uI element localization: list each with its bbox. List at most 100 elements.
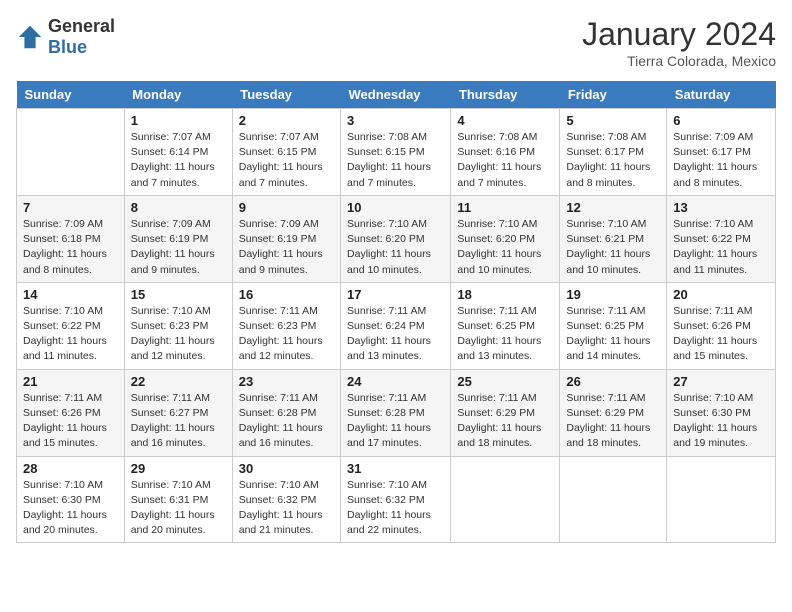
calendar-table: SundayMondayTuesdayWednesdayThursdayFrid… bbox=[16, 81, 776, 543]
calendar-cell: 26 Sunrise: 7:11 AM Sunset: 6:29 PM Dayli… bbox=[560, 369, 667, 456]
calendar-cell: 18 Sunrise: 7:11 AM Sunset: 6:25 PM Dayli… bbox=[451, 282, 560, 369]
day-number: 30 bbox=[239, 461, 334, 476]
month-year-title: January 2024 bbox=[582, 16, 776, 53]
calendar-cell: 7 Sunrise: 7:09 AM Sunset: 6:18 PM Daylig… bbox=[17, 195, 125, 282]
calendar-cell: 4Sunrise: 7:08 AM Sunset: 6:16 PM Daylig… bbox=[451, 109, 560, 196]
logo-blue: Blue bbox=[48, 37, 87, 57]
header-sunday: Sunday bbox=[17, 81, 125, 109]
week-row-2: 7 Sunrise: 7:09 AM Sunset: 6:18 PM Daylig… bbox=[17, 195, 776, 282]
header-saturday: Saturday bbox=[667, 81, 776, 109]
day-number: 21 bbox=[23, 374, 118, 389]
day-info: Sunrise: 7:11 AM Sunset: 6:25 PM Dayligh… bbox=[457, 304, 553, 365]
calendar-cell: 15 Sunrise: 7:10 AM Sunset: 6:23 PM Dayli… bbox=[124, 282, 232, 369]
day-info: Sunrise: 7:08 AM Sunset: 6:16 PM Dayligh… bbox=[457, 130, 553, 191]
calendar-cell: 14 Sunrise: 7:10 AM Sunset: 6:22 PM Dayli… bbox=[17, 282, 125, 369]
week-row-3: 14 Sunrise: 7:10 AM Sunset: 6:22 PM Dayli… bbox=[17, 282, 776, 369]
logo-general: General bbox=[48, 16, 115, 36]
day-info: Sunrise: 7:07 AM Sunset: 6:14 PM Dayligh… bbox=[131, 130, 226, 191]
day-info: Sunrise: 7:10 AM Sunset: 6:23 PM Dayligh… bbox=[131, 304, 226, 365]
day-info: Sunrise: 7:11 AM Sunset: 6:26 PM Dayligh… bbox=[673, 304, 769, 365]
logo: General Blue bbox=[16, 16, 115, 58]
day-number: 9 bbox=[239, 200, 334, 215]
day-info: Sunrise: 7:10 AM Sunset: 6:21 PM Dayligh… bbox=[566, 217, 660, 278]
day-info: Sunrise: 7:10 AM Sunset: 6:30 PM Dayligh… bbox=[23, 478, 118, 539]
calendar-cell: 31 Sunrise: 7:10 AM Sunset: 6:32 PM Dayli… bbox=[341, 456, 451, 543]
day-number: 24 bbox=[347, 374, 444, 389]
calendar-cell: 5Sunrise: 7:08 AM Sunset: 6:17 PM Daylig… bbox=[560, 109, 667, 196]
day-number: 2 bbox=[239, 113, 334, 128]
calendar-cell: 1Sunrise: 7:07 AM Sunset: 6:14 PM Daylig… bbox=[124, 109, 232, 196]
calendar-cell: 27Sunrise: 7:10 AM Sunset: 6:30 PM Dayli… bbox=[667, 369, 776, 456]
day-info: Sunrise: 7:10 AM Sunset: 6:22 PM Dayligh… bbox=[673, 217, 769, 278]
calendar-cell: 24 Sunrise: 7:11 AM Sunset: 6:28 PM Dayli… bbox=[341, 369, 451, 456]
calendar-cell bbox=[560, 456, 667, 543]
day-info: Sunrise: 7:11 AM Sunset: 6:29 PM Dayligh… bbox=[566, 391, 660, 452]
day-number: 15 bbox=[131, 287, 226, 302]
calendar-cell: 29Sunrise: 7:10 AM Sunset: 6:31 PM Dayli… bbox=[124, 456, 232, 543]
day-number: 18 bbox=[457, 287, 553, 302]
day-number: 26 bbox=[566, 374, 660, 389]
day-info: Sunrise: 7:09 AM Sunset: 6:19 PM Dayligh… bbox=[131, 217, 226, 278]
day-number: 23 bbox=[239, 374, 334, 389]
day-number: 19 bbox=[566, 287, 660, 302]
day-number: 22 bbox=[131, 374, 226, 389]
day-number: 10 bbox=[347, 200, 444, 215]
calendar-cell: 13 Sunrise: 7:10 AM Sunset: 6:22 PM Dayli… bbox=[667, 195, 776, 282]
calendar-cell bbox=[17, 109, 125, 196]
day-number: 13 bbox=[673, 200, 769, 215]
day-number: 20 bbox=[673, 287, 769, 302]
day-info: Sunrise: 7:10 AM Sunset: 6:22 PM Dayligh… bbox=[23, 304, 118, 365]
day-number: 25 bbox=[457, 374, 553, 389]
weekday-header-row: SundayMondayTuesdayWednesdayThursdayFrid… bbox=[17, 81, 776, 109]
header-tuesday: Tuesday bbox=[232, 81, 340, 109]
week-row-1: 1Sunrise: 7:07 AM Sunset: 6:14 PM Daylig… bbox=[17, 109, 776, 196]
day-info: Sunrise: 7:08 AM Sunset: 6:15 PM Dayligh… bbox=[347, 130, 444, 191]
calendar-cell: 10 Sunrise: 7:10 AM Sunset: 6:20 PM Dayli… bbox=[341, 195, 451, 282]
day-info: Sunrise: 7:10 AM Sunset: 6:32 PM Dayligh… bbox=[347, 478, 444, 539]
calendar-cell: 16Sunrise: 7:11 AM Sunset: 6:23 PM Dayli… bbox=[232, 282, 340, 369]
day-number: 11 bbox=[457, 200, 553, 215]
day-info: Sunrise: 7:09 AM Sunset: 6:18 PM Dayligh… bbox=[23, 217, 118, 278]
day-number: 3 bbox=[347, 113, 444, 128]
day-number: 31 bbox=[347, 461, 444, 476]
day-number: 14 bbox=[23, 287, 118, 302]
day-number: 12 bbox=[566, 200, 660, 215]
logo-icon bbox=[16, 23, 44, 51]
page-header: General Blue January 2024 Tierra Colorad… bbox=[16, 16, 776, 69]
calendar-cell: 21 Sunrise: 7:11 AM Sunset: 6:26 PM Dayli… bbox=[17, 369, 125, 456]
title-block: January 2024 Tierra Colorada, Mexico bbox=[582, 16, 776, 69]
day-number: 29 bbox=[131, 461, 226, 476]
day-info: Sunrise: 7:11 AM Sunset: 6:27 PM Dayligh… bbox=[131, 391, 226, 452]
calendar-cell: 20 Sunrise: 7:11 AM Sunset: 6:26 PM Dayli… bbox=[667, 282, 776, 369]
day-info: Sunrise: 7:11 AM Sunset: 6:25 PM Dayligh… bbox=[566, 304, 660, 365]
calendar-cell: 30 Sunrise: 7:10 AM Sunset: 6:32 PM Dayli… bbox=[232, 456, 340, 543]
day-info: Sunrise: 7:10 AM Sunset: 6:20 PM Dayligh… bbox=[457, 217, 553, 278]
calendar-cell: 11 Sunrise: 7:10 AM Sunset: 6:20 PM Dayli… bbox=[451, 195, 560, 282]
day-number: 28 bbox=[23, 461, 118, 476]
calendar-cell: 9Sunrise: 7:09 AM Sunset: 6:19 PM Daylig… bbox=[232, 195, 340, 282]
day-info: Sunrise: 7:10 AM Sunset: 6:20 PM Dayligh… bbox=[347, 217, 444, 278]
day-info: Sunrise: 7:10 AM Sunset: 6:32 PM Dayligh… bbox=[239, 478, 334, 539]
calendar-cell: 6Sunrise: 7:09 AM Sunset: 6:17 PM Daylig… bbox=[667, 109, 776, 196]
day-info: Sunrise: 7:11 AM Sunset: 6:26 PM Dayligh… bbox=[23, 391, 118, 452]
header-monday: Monday bbox=[124, 81, 232, 109]
day-number: 27 bbox=[673, 374, 769, 389]
location-subtitle: Tierra Colorada, Mexico bbox=[582, 53, 776, 69]
calendar-cell bbox=[667, 456, 776, 543]
calendar-cell bbox=[451, 456, 560, 543]
day-info: Sunrise: 7:09 AM Sunset: 6:17 PM Dayligh… bbox=[673, 130, 769, 191]
calendar-cell: 12 Sunrise: 7:10 AM Sunset: 6:21 PM Dayli… bbox=[560, 195, 667, 282]
day-info: Sunrise: 7:11 AM Sunset: 6:24 PM Dayligh… bbox=[347, 304, 444, 365]
header-thursday: Thursday bbox=[451, 81, 560, 109]
day-info: Sunrise: 7:11 AM Sunset: 6:28 PM Dayligh… bbox=[347, 391, 444, 452]
day-info: Sunrise: 7:07 AM Sunset: 6:15 PM Dayligh… bbox=[239, 130, 334, 191]
day-number: 7 bbox=[23, 200, 118, 215]
week-row-5: 28 Sunrise: 7:10 AM Sunset: 6:30 PM Dayli… bbox=[17, 456, 776, 543]
calendar-cell: 2 Sunrise: 7:07 AM Sunset: 6:15 PM Daylig… bbox=[232, 109, 340, 196]
calendar-cell: 19 Sunrise: 7:11 AM Sunset: 6:25 PM Dayli… bbox=[560, 282, 667, 369]
header-wednesday: Wednesday bbox=[341, 81, 451, 109]
calendar-cell: 3 Sunrise: 7:08 AM Sunset: 6:15 PM Daylig… bbox=[341, 109, 451, 196]
calendar-cell: 28 Sunrise: 7:10 AM Sunset: 6:30 PM Dayli… bbox=[17, 456, 125, 543]
day-number: 8 bbox=[131, 200, 226, 215]
calendar-cell: 25Sunrise: 7:11 AM Sunset: 6:29 PM Dayli… bbox=[451, 369, 560, 456]
